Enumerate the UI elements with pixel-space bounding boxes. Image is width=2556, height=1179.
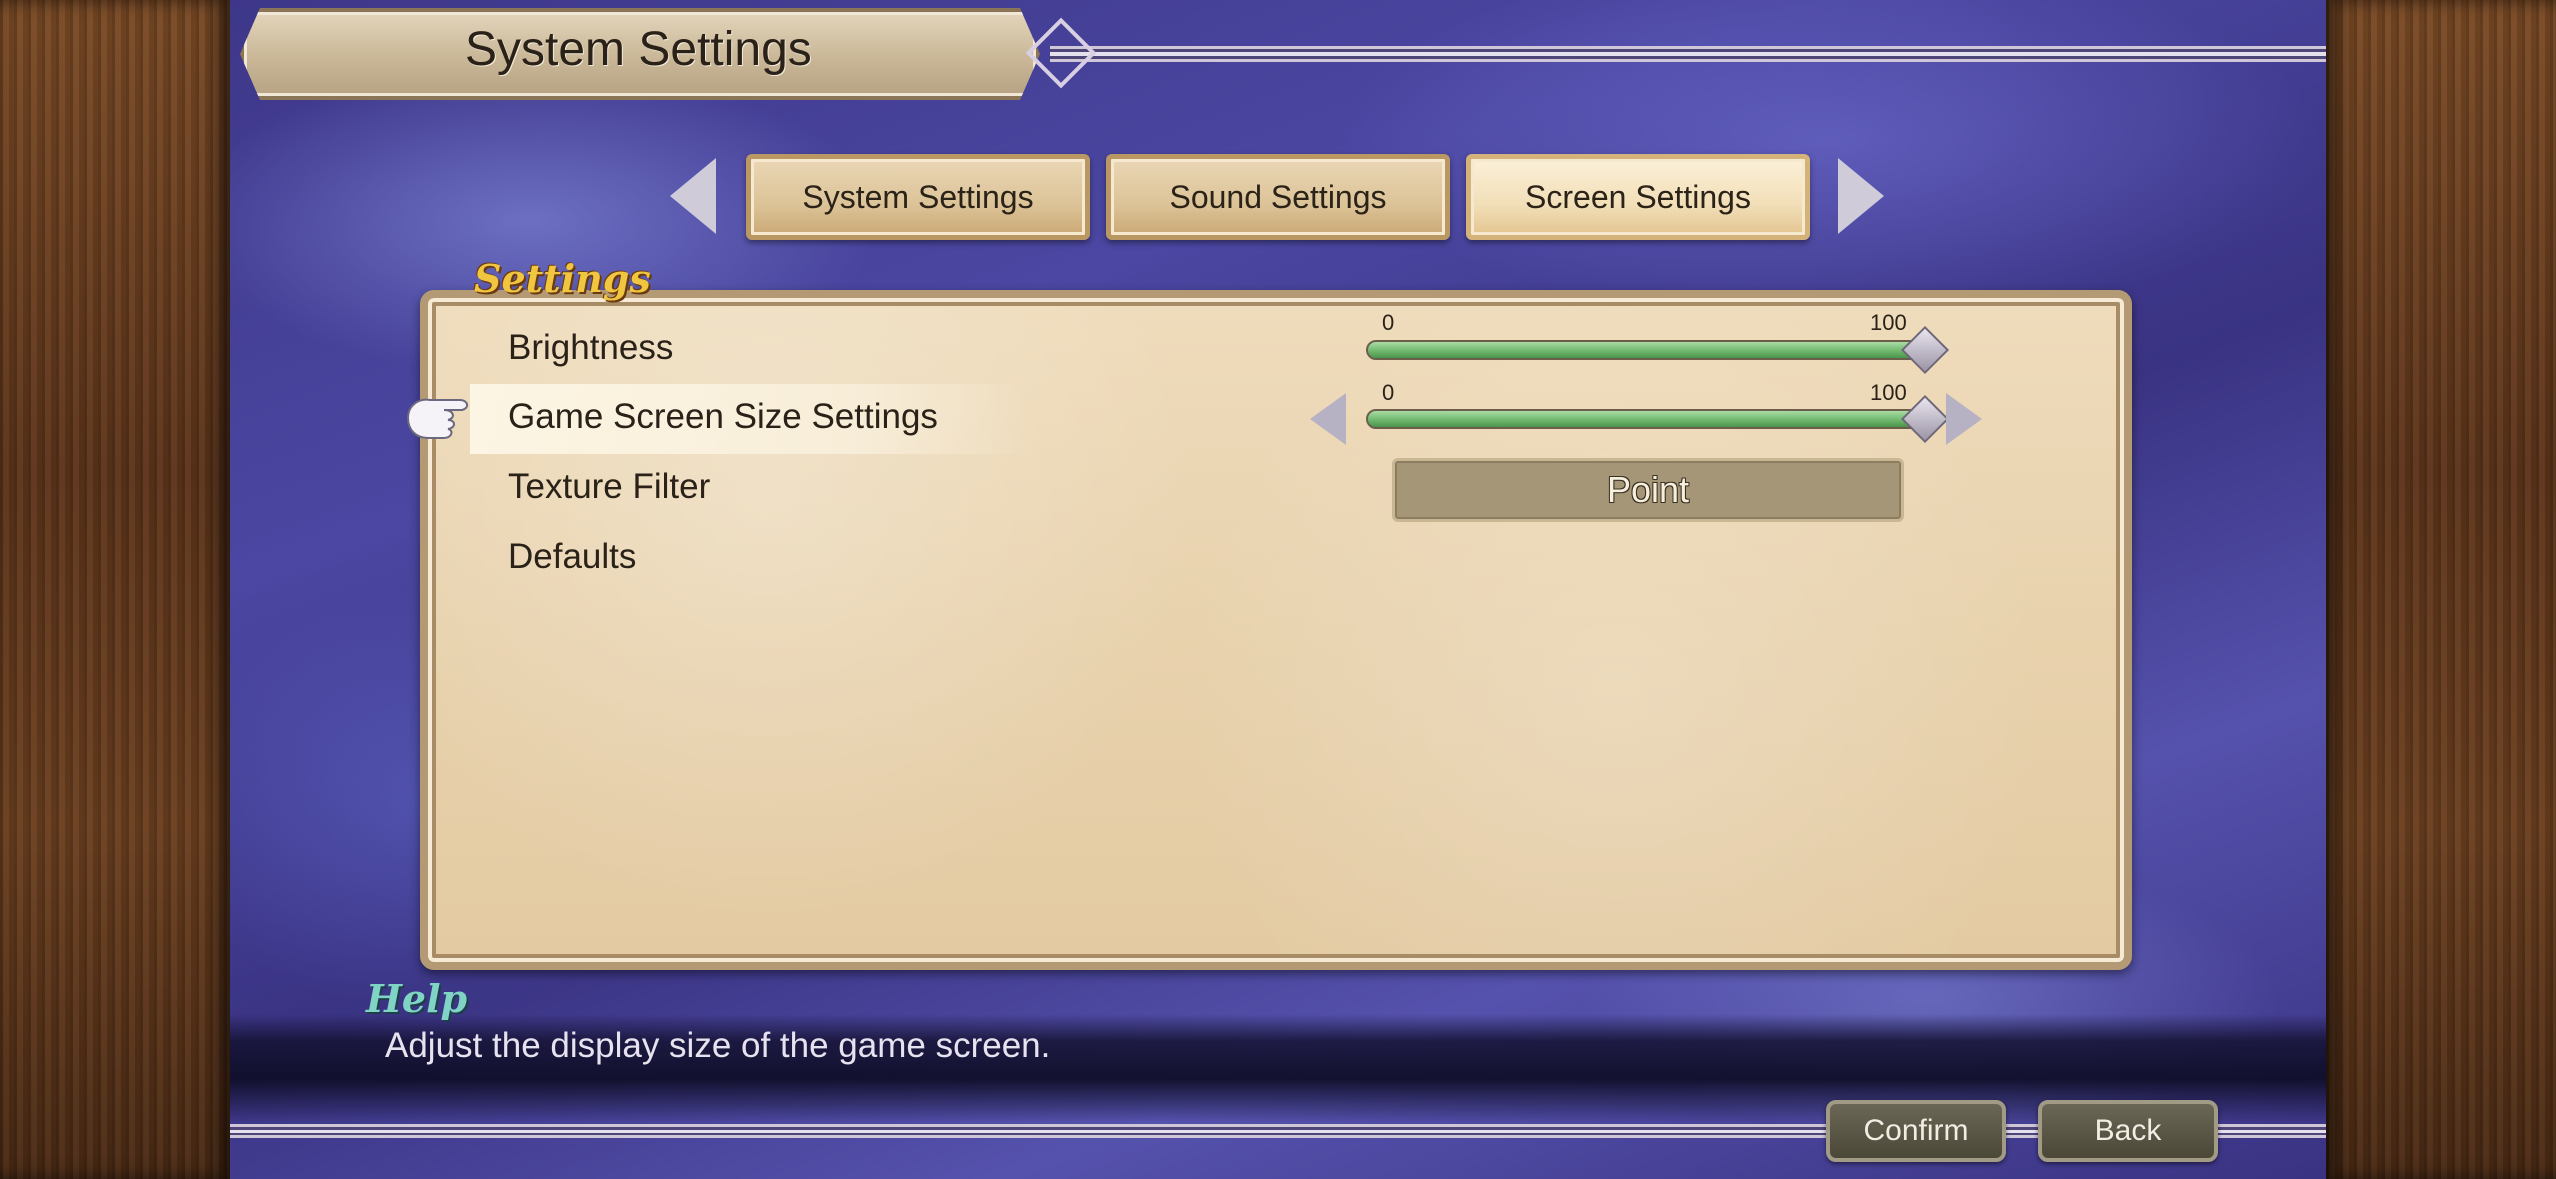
setting-defaults-label[interactable]: Defaults [508,537,636,577]
help-label: Help [366,976,468,1021]
setting-screen-size-label[interactable]: Game Screen Size Settings [508,397,938,437]
brightness-min-label: 0 [1382,310,1395,335]
brightness-max-label: 100 [1870,310,1907,335]
bottom-rail [230,1124,2326,1138]
confirm-button[interactable]: Confirm [1826,1100,2006,1162]
screen-size-slider[interactable] [1366,409,1932,429]
help-text: Adjust the display size of the game scre… [385,1026,1051,1065]
tab-system-settings[interactable]: System Settings [746,154,1090,240]
brightness-slider[interactable] [1366,340,1932,360]
settings-section-label: Settings [474,256,651,301]
screen-size-left-arrow-icon[interactable] [1310,393,1346,445]
screen-size-slider-fill [1368,411,1930,427]
screen-size-min-label: 0 [1382,380,1395,405]
tab-sound-settings[interactable]: Sound Settings [1106,154,1450,240]
back-button[interactable]: Back [2038,1100,2218,1162]
left-wood-border [0,0,230,1179]
texture-filter-select[interactable]: Point [1392,458,1904,522]
title-rail [1050,46,2326,62]
page-title: System Settings [465,23,812,76]
brightness-slider-fill [1368,342,1930,358]
pointing-hand-icon [406,398,468,439]
tab-prev-arrow-icon[interactable] [670,158,716,234]
setting-brightness-label[interactable]: Brightness [508,328,673,368]
screen-size-right-arrow-icon[interactable] [1946,393,1982,445]
screen-size-max-label: 100 [1870,380,1907,405]
tab-next-arrow-icon[interactable] [1838,158,1884,234]
right-wood-border [2326,0,2556,1179]
tab-screen-settings[interactable]: Screen Settings [1466,154,1810,240]
setting-texture-filter-label[interactable]: Texture Filter [508,467,710,507]
